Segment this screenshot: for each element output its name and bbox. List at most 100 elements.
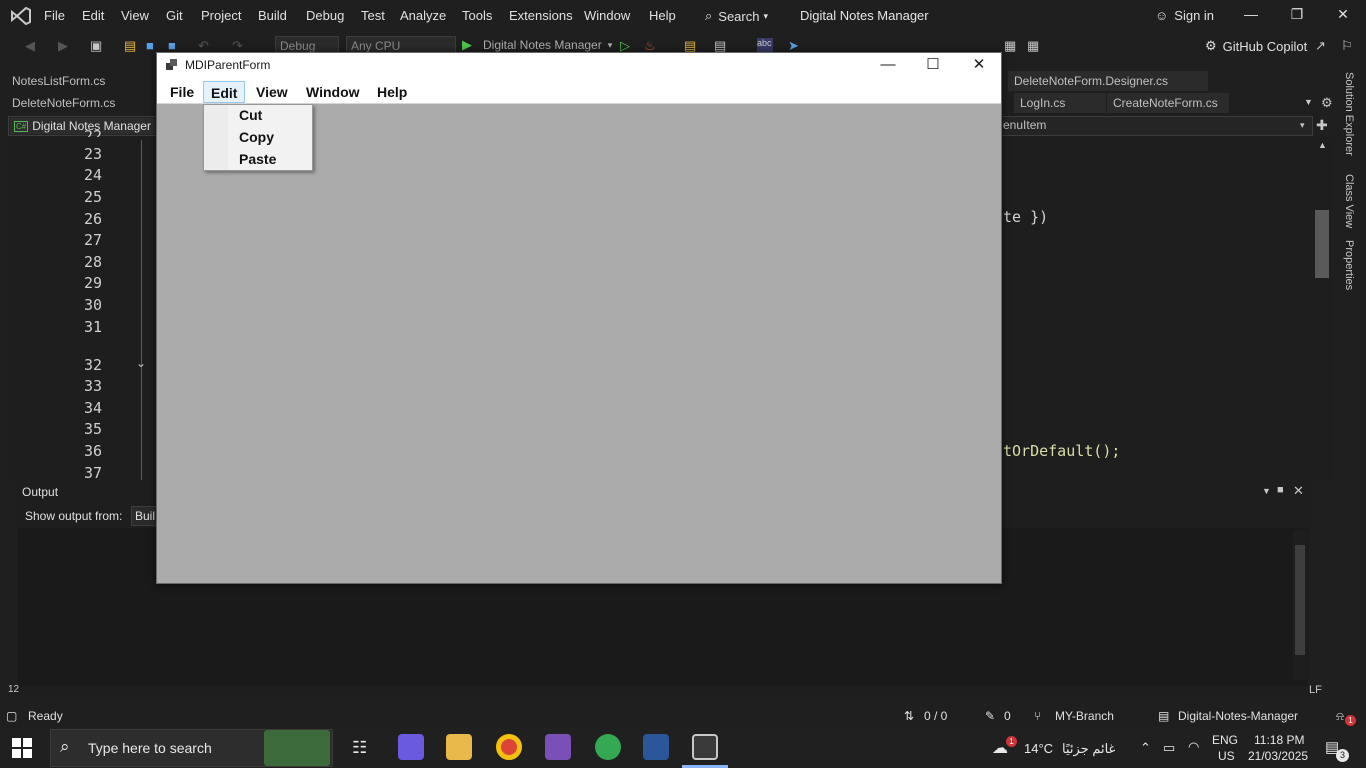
open-folder-icon[interactable]: ▤: [124, 38, 140, 54]
menu-view[interactable]: View: [121, 8, 149, 23]
output-horizontal-scrollbar[interactable]: [18, 686, 1290, 696]
mdi-menu-view[interactable]: View: [249, 81, 295, 103]
chrome-profile-icon[interactable]: [595, 734, 621, 760]
weather-temperature[interactable]: 14°C: [1024, 741, 1053, 756]
forward-icon[interactable]: ▶: [58, 38, 74, 54]
collapse-chevron-icon[interactable]: ⌄: [136, 356, 146, 370]
mdi-menu-file[interactable]: File: [163, 81, 201, 103]
properties-tab[interactable]: Properties: [1343, 240, 1355, 290]
mdi-client-area[interactable]: [157, 105, 1001, 582]
windows-start-icon[interactable]: [12, 738, 32, 758]
close-icon[interactable]: ✕: [1293, 483, 1304, 499]
menu-test[interactable]: Test: [361, 8, 385, 23]
grid-icon-2[interactable]: ▦: [1027, 38, 1043, 54]
chrome-icon[interactable]: [496, 734, 522, 760]
line-number: 28: [83, 253, 102, 271]
vs-minimize-button[interactable]: —: [1241, 6, 1261, 26]
configuration-value: Debug: [280, 39, 316, 53]
bell-icon[interactable]: ⍾: [1336, 709, 1344, 724]
mdi-app-taskbar-icon[interactable]: [692, 734, 718, 760]
vs-close-button[interactable]: ✕: [1333, 6, 1353, 26]
clock-time[interactable]: 11:18 PM: [1254, 733, 1304, 747]
vs-search-box[interactable]: ⌕ Search ▾: [705, 8, 768, 24]
git-repository[interactable]: Digital-Notes-Manager: [1178, 709, 1298, 723]
vs-restore-button[interactable]: ❐: [1287, 6, 1307, 26]
run-target-label: Digital Notes Manager: [483, 38, 602, 52]
notification-badge: 1: [1345, 715, 1356, 726]
class-view-tab[interactable]: Class View: [1343, 174, 1355, 228]
mdi-close-button[interactable]: ✕: [959, 54, 999, 76]
feedback-icon[interactable]: ⚐: [1341, 38, 1357, 54]
visual-studio-logo-icon[interactable]: [10, 6, 32, 26]
maximize-panel-icon[interactable]: ■: [1277, 484, 1284, 496]
menu-item-paste[interactable]: Paste: [239, 151, 276, 167]
task-view-icon[interactable]: ☷: [352, 738, 367, 758]
weather-description[interactable]: غائم جزئيًا: [1062, 741, 1115, 757]
menu-window[interactable]: Window: [584, 8, 630, 23]
tab-login[interactable]: LogIn.cs: [1014, 93, 1106, 113]
tab-delete-note-form[interactable]: DeleteNoteForm.cs: [6, 93, 122, 113]
back-icon[interactable]: ◀: [25, 38, 41, 54]
editor-scroll-thumb[interactable]: [1315, 210, 1329, 278]
scroll-up-icon[interactable]: ▲: [1318, 140, 1327, 150]
menu-tools[interactable]: Tools: [462, 8, 492, 23]
grid-icon[interactable]: ▦: [1004, 38, 1020, 54]
menu-git[interactable]: Git: [166, 8, 183, 23]
mdi-maximize-button[interactable]: ☐: [913, 54, 953, 76]
output-scroll-thumb[interactable]: [1295, 545, 1305, 655]
split-editor-icon[interactable]: ✚: [1316, 117, 1328, 134]
copilot-icon: ⚙: [1205, 38, 1217, 53]
tab-delete-note-form-designer[interactable]: DeleteNoteForm.Designer.cs: [1008, 71, 1208, 91]
menu-help[interactable]: Help: [649, 8, 676, 23]
output-source-value: Buil: [135, 509, 156, 523]
menu-analyze[interactable]: Analyze: [400, 8, 446, 23]
menu-file[interactable]: File: [44, 8, 65, 23]
sign-in-label: Sign in: [1174, 8, 1215, 23]
mdi-menu-edit[interactable]: Edit: [203, 81, 246, 103]
git-updown-count[interactable]: 0 / 0: [924, 709, 947, 723]
menu-edit[interactable]: Edit: [82, 8, 104, 23]
mdi-minimize-button[interactable]: —: [868, 54, 908, 76]
tab-create-note-form[interactable]: CreateNoteForm.cs: [1107, 93, 1229, 113]
menu-project[interactable]: Project: [201, 8, 241, 23]
chevron-down-icon[interactable]: ▼: [1262, 486, 1271, 496]
git-branch[interactable]: MY-Branch: [1055, 709, 1114, 723]
language-bottom[interactable]: US: [1218, 749, 1235, 763]
solution-explorer-tab[interactable]: Solution Explorer: [1343, 72, 1355, 156]
file-explorer-icon[interactable]: [446, 734, 472, 760]
sign-in-button[interactable]: ☺ Sign in: [1155, 8, 1214, 23]
output-title: Output: [22, 485, 59, 499]
notification-count-badge: 3: [1336, 749, 1349, 762]
line-number: 23: [83, 145, 102, 163]
pending-changes-count[interactable]: 0: [1004, 709, 1011, 723]
gear-icon[interactable]: ⚙: [1321, 95, 1333, 111]
github-copilot-button[interactable]: ⚙ GitHub Copilot: [1205, 38, 1307, 54]
clock-date[interactable]: 21/03/2025: [1248, 749, 1308, 763]
battery-icon[interactable]: ▭: [1163, 740, 1175, 756]
mdi-menu-window[interactable]: Window: [299, 81, 367, 103]
tab-notes-list-form[interactable]: NotesListForm.cs: [6, 71, 112, 91]
line-ending-indicator[interactable]: LF: [1309, 684, 1322, 696]
tab-overflow-icon[interactable]: ▼: [1304, 97, 1313, 107]
mdi-menu-help[interactable]: Help: [370, 81, 414, 103]
language-top[interactable]: ENG: [1212, 733, 1238, 747]
share-icon[interactable]: ↗: [1315, 38, 1331, 54]
menu-extensions[interactable]: Extensions: [509, 8, 573, 23]
new-item-icon[interactable]: ▣: [90, 38, 106, 54]
menu-build[interactable]: Build: [258, 8, 287, 23]
menu-item-cut[interactable]: Cut: [239, 107, 262, 123]
wifi-icon[interactable]: ◠: [1188, 739, 1199, 755]
run-target-button[interactable]: Digital Notes Manager ▾: [466, 38, 612, 52]
outline-guide: [141, 140, 142, 480]
word-icon[interactable]: [643, 734, 669, 760]
menu-debug[interactable]: Debug: [306, 8, 344, 23]
copilot-app-icon[interactable]: [398, 734, 424, 760]
line-number: 36: [83, 442, 102, 460]
chevron-down-icon[interactable]: ▾: [1300, 120, 1305, 131]
chevron-up-icon[interactable]: ⌃: [1140, 740, 1151, 756]
branch-icon: ⑂: [1034, 709, 1042, 723]
visual-studio-taskbar-icon[interactable]: [545, 734, 571, 760]
member-navigation-select[interactable]: enuItem: [1003, 118, 1046, 132]
menu-item-copy[interactable]: Copy: [239, 129, 274, 145]
editor-vertical-scrollbar[interactable]: [1313, 137, 1331, 482]
